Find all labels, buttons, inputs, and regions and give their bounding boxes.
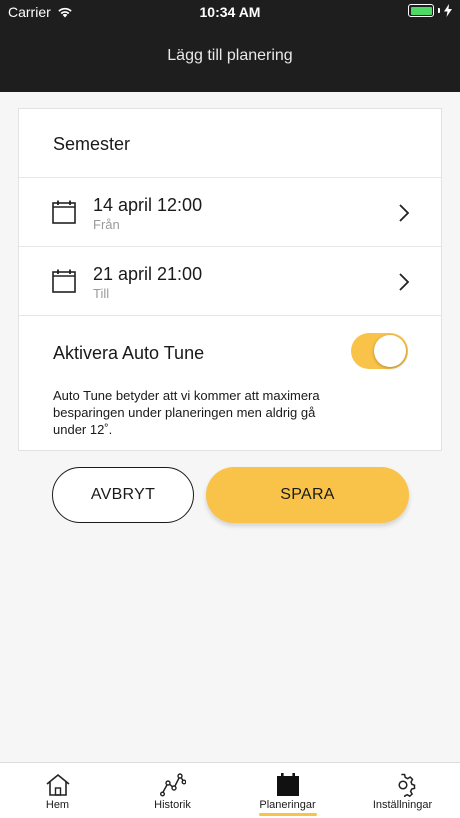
status-bar: Carrier 10:34 AM <box>0 0 460 24</box>
tab-home[interactable]: Hem <box>0 763 115 818</box>
to-date-value: 21 april 21:00 <box>93 264 203 284</box>
auto-tune-toggle[interactable] <box>351 333 408 369</box>
active-tab-indicator <box>258 813 317 816</box>
toggle-knob <box>374 335 406 367</box>
tab-settings[interactable]: Inställningar <box>345 763 460 818</box>
gear-icon <box>397 773 415 797</box>
cancel-button[interactable]: AVBRYT <box>52 467 194 523</box>
tab-history-label: Historik <box>154 799 191 811</box>
charging-bolt-icon <box>444 4 452 17</box>
to-date-row[interactable]: 21 april 21:00 Till <box>19 247 441 316</box>
calendar-icon <box>52 200 76 224</box>
from-date-value: 14 april 12:00 <box>93 195 203 215</box>
planning-form: Semester 14 april 12:00 Från 21 april 21… <box>18 108 442 451</box>
app-header: Carrier 10:34 AM Lägg till planering <box>0 0 460 92</box>
auto-tune-label: Aktivera Auto Tune <box>53 343 205 363</box>
chevron-right-icon <box>399 273 410 291</box>
calendar-icon <box>276 773 299 796</box>
auto-tune-section: Aktivera Auto Tune Auto Tune betyder att… <box>19 316 441 452</box>
from-date-row[interactable]: 14 april 12:00 Från <box>19 178 441 247</box>
home-icon <box>45 773 70 796</box>
from-date-label: Från <box>93 217 120 232</box>
save-button[interactable]: SPARA <box>206 467 409 523</box>
status-time: 10:34 AM <box>199 4 261 20</box>
calendar-icon <box>52 269 76 293</box>
battery-icon <box>408 4 434 17</box>
page-title: Lägg till planering <box>167 47 293 64</box>
chevron-right-icon <box>399 204 410 222</box>
tab-plans[interactable]: Planeringar <box>230 763 345 818</box>
history-icon <box>159 773 186 797</box>
tab-plans-label: Planeringar <box>259 799 316 811</box>
tab-home-label: Hem <box>45 799 70 811</box>
tab-settings-label: Inställningar <box>372 799 433 811</box>
to-date-label: Till <box>93 286 110 301</box>
name-field[interactable]: Semester <box>19 109 441 178</box>
planning-name: Semester <box>53 134 131 154</box>
tab-bar: Hem Historik Planeringar Inställningar <box>0 762 460 818</box>
battery-indicator <box>408 4 452 17</box>
auto-tune-description: Auto Tune betyder att vi kommer att maxi… <box>53 388 320 437</box>
tab-history[interactable]: Historik <box>115 763 230 818</box>
